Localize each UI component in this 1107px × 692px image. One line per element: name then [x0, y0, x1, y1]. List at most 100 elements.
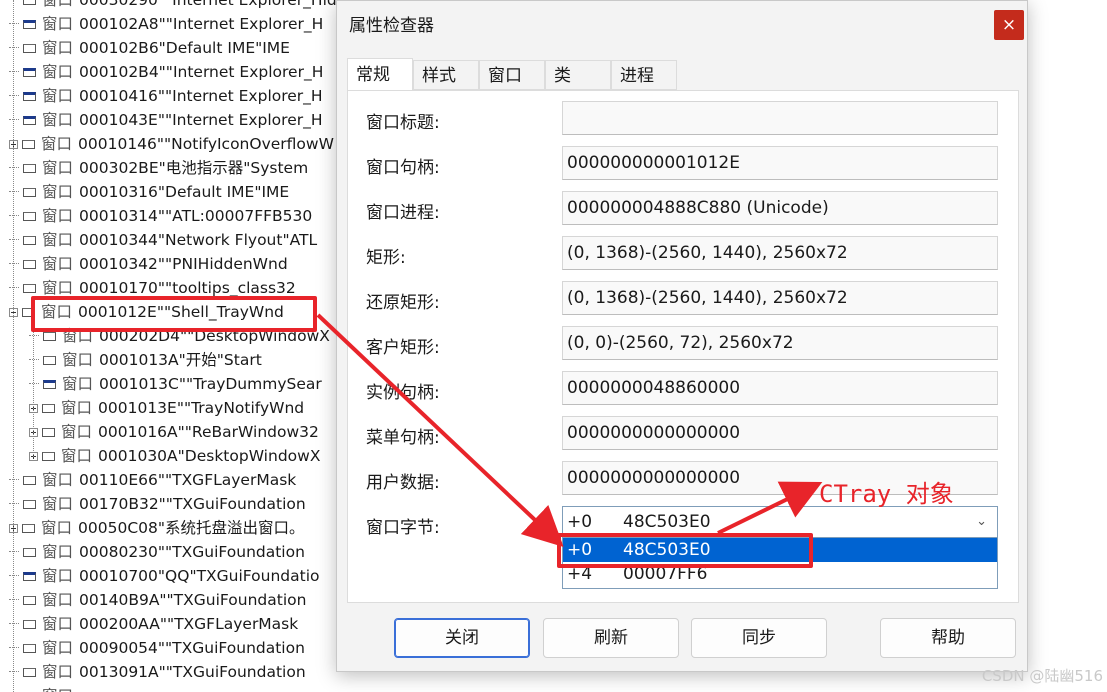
tree-row-type: 窗口: [41, 135, 73, 153]
window-icon: [23, 43, 36, 53]
tree-row-type: 窗口: [42, 231, 74, 249]
tree-row[interactable]: 窗口 00030290""Internet Explorer_Hidden: [9, 0, 340, 12]
window-icon: [22, 139, 35, 149]
tree-row-label: 0001016A""ReBarWindow32: [98, 423, 319, 441]
tree-row-label: 00010146""NotifyIconOverflowW: [78, 135, 334, 153]
tree-row-label: 00170B32""TXGuiFoundation: [79, 495, 306, 513]
tree-row[interactable]: 窗口 0001043E""Internet Explorer_H: [9, 108, 323, 132]
tree-connector: [9, 671, 19, 673]
tab-styles[interactable]: 样式: [413, 60, 479, 90]
tree-row[interactable]: 窗口 0013091A""TXGuiFoundation: [9, 660, 306, 684]
field-window-process[interactable]: 000000004888C880 (Unicode): [562, 191, 998, 225]
tree-row[interactable]: 窗口 000102A8""Internet Explorer_H: [9, 12, 323, 36]
window-icon: [43, 379, 56, 389]
tree-row[interactable]: 窗口 00010416""Internet Explorer_H: [9, 84, 323, 108]
tree-row[interactable]: 窗口 000102B6"Default IME"IME: [9, 36, 290, 60]
tab-process[interactable]: 进程: [611, 60, 677, 90]
tree-row[interactable]: 窗口 0001030A"DesktopWindowX: [29, 444, 320, 468]
tree-row[interactable]: 窗口 00010146""NotifyIconOverflowW: [9, 132, 334, 156]
window-icon: [42, 451, 55, 461]
help-button[interactable]: 帮助: [880, 618, 1016, 658]
close-icon[interactable]: ×: [994, 10, 1024, 40]
window-icon: [23, 619, 36, 629]
tree-row[interactable]: 窗口 0001016A""ReBarWindow32: [29, 420, 319, 444]
tree-row[interactable]: 窗口 00140B9A""TXGuiFoundation: [9, 588, 306, 612]
tree-row[interactable]: 窗口 00010342""PNIHiddenWnd: [9, 252, 288, 276]
tree-row[interactable]: 窗口 00170B32""TXGuiFoundation: [9, 492, 306, 516]
window-tree: 窗口 00030290""Internet Explorer_Hidden 窗口 00…: [0, 0, 340, 692]
tree-row[interactable]: 窗口 00050C08"系统托盘溢出窗口。: [9, 516, 305, 540]
tree-row[interactable]: 窗口: [9, 684, 79, 692]
window-icon: [23, 67, 36, 77]
window-icon: [23, 643, 36, 653]
tree-row-label: 0001013E""TrayNotifyWnd: [98, 399, 305, 417]
tree-connector: [9, 47, 19, 49]
tree-row[interactable]: 窗口 00080230""TXGuiFoundation: [9, 540, 305, 564]
tree-row[interactable]: 窗口 000102B4""Internet Explorer_H: [9, 60, 323, 84]
tree-connector: [9, 23, 19, 25]
label-window-bytes: 窗口字节:: [366, 518, 440, 538]
dialog-title: 属性检查器: [349, 16, 434, 36]
tree-row[interactable]: 窗口 00010314""ATL:00007FFB530: [9, 204, 312, 228]
tree-connector: [9, 575, 19, 577]
field-client-rect[interactable]: (0, 0)-(2560, 72), 2560x72: [562, 326, 998, 360]
tree-connector: [9, 95, 19, 97]
tree-row[interactable]: 窗口 0001013A"开始"Start: [29, 348, 262, 372]
window-icon: [22, 523, 35, 533]
tree-row-type: 窗口: [42, 495, 74, 513]
tree-row-label: 00140B9A""TXGuiFoundation: [79, 591, 307, 609]
tree-row[interactable]: 窗口 00010316"Default IME"IME: [9, 180, 289, 204]
label-window-title: 窗口标题:: [366, 113, 440, 133]
tree-row[interactable]: 窗口 000200AA""TXGFLayerMask: [9, 612, 298, 636]
tree-row[interactable]: 窗口 00010700"QQ"TXGuiFoundatio: [9, 564, 320, 588]
chevron-down-icon[interactable]: ⌄: [976, 507, 987, 537]
tree-row-label: 0001030A"DesktopWindowX: [98, 447, 321, 465]
property-inspector-dialog: 属性检查器 × 常规 样式 窗口 类 进程 窗口标题: 窗口句柄: 000000…: [336, 0, 1028, 672]
field-instance-handle[interactable]: 0000000048860000: [562, 371, 998, 405]
tree-guide-line: [13, 0, 14, 692]
tree-row[interactable]: 窗口 0001013E""TrayNotifyWnd: [29, 396, 304, 420]
label-window-handle: 窗口句柄:: [366, 158, 440, 178]
field-window-handle[interactable]: 000000000001012E: [562, 146, 998, 180]
tree-row[interactable]: 窗口 00010344"Network Flyout"ATL: [9, 228, 317, 252]
close-button[interactable]: 关闭: [394, 618, 530, 658]
label-client-rect: 客户矩形:: [366, 338, 440, 358]
tree-row-type: 窗口: [42, 87, 74, 105]
window-icon: [23, 547, 36, 557]
field-restored-rect[interactable]: (0, 1368)-(2560, 1440), 2560x72: [562, 281, 998, 315]
tree-row-type: 窗口: [42, 639, 74, 657]
tree-row-type: 窗口: [62, 351, 94, 369]
tree-row-type: 窗口: [61, 399, 93, 417]
tab-general[interactable]: 常规: [347, 58, 413, 91]
window-icon: [42, 403, 55, 413]
tree-row-label: 00110E66""TXGFLayerMask: [79, 471, 297, 489]
field-rect[interactable]: (0, 1368)-(2560, 1440), 2560x72: [562, 236, 998, 270]
tree-row[interactable]: 窗口 000302BE"电池指示器"System: [9, 156, 308, 180]
tree-row[interactable]: 窗口 00110E66""TXGFLayerMask: [9, 468, 296, 492]
tree-connector: [9, 647, 19, 649]
watermark: CSDN @陆幽516: [981, 667, 1103, 685]
window-icon: [23, 235, 36, 245]
tree-row-label: 000102A8""Internet Explorer_H: [79, 15, 324, 33]
field-window-title[interactable]: [562, 101, 998, 135]
tree-connector: [29, 383, 39, 385]
tab-windows[interactable]: 窗口: [479, 60, 545, 90]
tree-row-type: 窗口: [42, 567, 74, 585]
tree-row-label: 0001013A"开始"Start: [99, 351, 262, 369]
tree-row-label: 000102B6"Default IME"IME: [79, 39, 290, 57]
tab-class[interactable]: 类: [545, 60, 611, 90]
window-icon: [23, 19, 36, 29]
refresh-button[interactable]: 刷新: [543, 618, 679, 658]
label-window-process: 窗口进程:: [366, 203, 440, 223]
tree-row-type: 窗口: [42, 183, 74, 201]
tree-row[interactable]: 窗口 00090054""TXGuiFoundation: [9, 636, 305, 660]
sync-button[interactable]: 同步: [691, 618, 827, 658]
label-restored-rect: 还原矩形:: [366, 293, 440, 313]
tree-connector: [29, 359, 39, 361]
tree-connector: [9, 167, 19, 169]
field-menu-handle[interactable]: 0000000000000000: [562, 416, 998, 450]
tree-row[interactable]: 窗口 0001013C""TrayDummySear: [29, 372, 322, 396]
tree-row-type: 窗口: [42, 63, 74, 81]
tree-row-label: 00010316"Default IME"IME: [79, 183, 290, 201]
window-icon: [23, 115, 36, 125]
